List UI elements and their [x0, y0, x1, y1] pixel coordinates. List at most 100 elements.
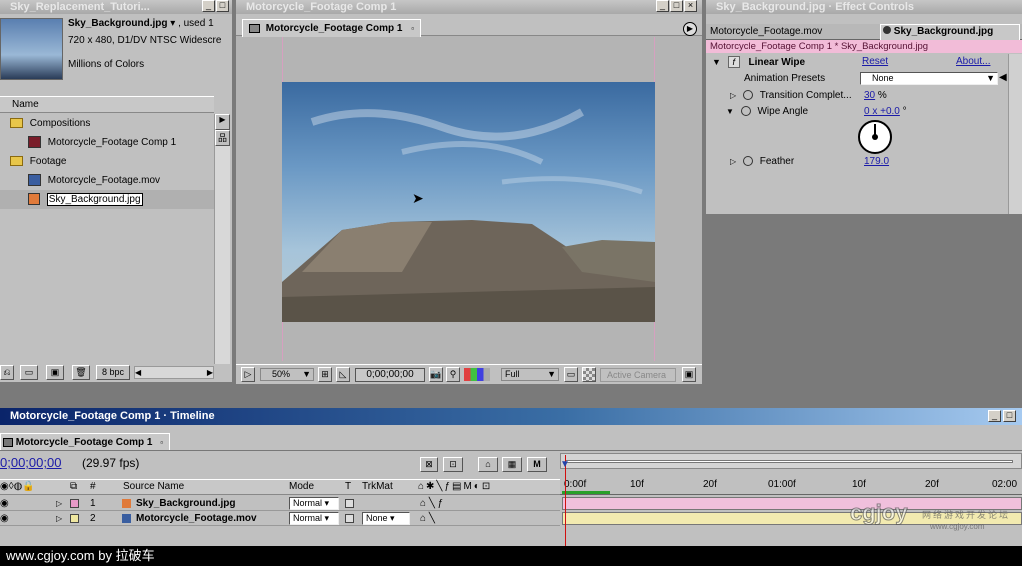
scene-image	[282, 108, 655, 322]
list-item-movie[interactable]: Motorcycle_Footage.mov	[0, 171, 214, 190]
list-item-compositions[interactable]: Compositions	[0, 114, 214, 133]
reset-link[interactable]: Reset	[862, 56, 888, 67]
close-icon[interactable]: ×	[684, 0, 697, 12]
time-ruler[interactable]: 0:00f 10f 20f 01:00f 10f 20f 02:00	[560, 477, 1022, 495]
safe-zones-button[interactable]: ⊞	[318, 367, 332, 382]
disclosure-triangle-icon[interactable]: ▷	[56, 511, 62, 526]
effects-subheader: Motorcycle_Footage Comp 1 * Sky_Backgrou…	[706, 40, 1022, 53]
maximize-button[interactable]: □	[670, 0, 683, 12]
work-area-bar[interactable]	[562, 491, 610, 494]
minimize-button[interactable]: _	[656, 0, 669, 12]
disclosure-triangle-icon[interactable]: ▷	[56, 496, 62, 511]
rgb-channel-button[interactable]	[464, 368, 490, 381]
minimize-button[interactable]: _	[988, 410, 1001, 422]
show-snapshot-button[interactable]: ▷	[241, 367, 255, 382]
eye-icon[interactable]: ◉	[0, 511, 9, 526]
angle-dial[interactable]	[858, 120, 892, 154]
folder-icon	[10, 156, 23, 167]
tab-motorcycle-footage[interactable]: Motorcycle_Footage.mov	[708, 25, 880, 39]
wipe-angle-value[interactable]: 0 x +0.0	[864, 106, 900, 117]
switches-icons[interactable]: ⌂✱╲ƒ▤M◐⊡	[418, 480, 492, 494]
asset-colors: Millions of Colors	[68, 59, 145, 70]
tab-comp[interactable]: Motorcycle_Footage Comp 1 ▫	[242, 19, 422, 37]
trkmat-dropdown[interactable]: None ▾	[362, 512, 410, 525]
preset-prev-icon[interactable]: ◀	[999, 72, 1007, 83]
effects-window-titlebar[interactable]: Sky_Background.jpg · Effect Controls	[706, 0, 1022, 14]
disclosure-triangle-icon[interactable]: ▷	[730, 157, 736, 166]
ruler-label: 10f	[630, 479, 644, 490]
tab-timeline-comp[interactable]: Motorcycle_Footage Comp 1 ▫	[0, 433, 171, 450]
av-features-icon[interactable]: ◉◊◍🔒	[0, 480, 35, 494]
snapshot-button[interactable]: 📷	[429, 367, 443, 382]
layer-row[interactable]: ◉ ▷ 2 Motorcycle_Footage.mov Normal ▾ No…	[0, 511, 560, 526]
about-link[interactable]: About...	[956, 56, 990, 67]
stopwatch-icon[interactable]	[742, 156, 753, 167]
fx-toggle-icon[interactable]: f	[727, 56, 740, 68]
view-layout-button[interactable]: ▣	[682, 367, 696, 382]
minimize-button[interactable]: _	[202, 0, 215, 12]
presets-dropdown[interactable]: None ▼	[860, 72, 998, 85]
transition-value[interactable]: 30	[864, 90, 875, 101]
zoom-dropdown[interactable]: 50% ▼	[260, 368, 314, 381]
label-color-swatch[interactable]	[70, 514, 79, 523]
timecode-display[interactable]: 0;00;00;00	[355, 368, 425, 382]
tab-close-icon[interactable]: ▫	[411, 24, 414, 33]
effects-window-title: Sky_Background.jpg · Effect Controls	[716, 1, 915, 13]
frame-blending-button[interactable]: ⌂	[478, 457, 498, 472]
label-color-swatch[interactable]	[70, 499, 79, 508]
disclosure-triangle-icon[interactable]: ▷	[730, 91, 736, 100]
graph-editor-button[interactable]: M	[527, 457, 547, 472]
list-item-comp[interactable]: Motorcycle_Footage Comp 1	[0, 133, 214, 152]
mode-dropdown[interactable]: Normal ▾	[289, 497, 339, 510]
new-folder-button[interactable]: ▭	[20, 365, 38, 380]
trash-icon[interactable]: 🗑	[72, 365, 90, 380]
motion-blur-button[interactable]: ▦	[502, 457, 522, 472]
effects-scrollbar[interactable]	[1008, 54, 1022, 214]
new-comp-button[interactable]: ▣	[46, 365, 64, 380]
comp-menu-arrow-icon[interactable]: ▶	[683, 22, 697, 36]
project-scrollbar[interactable]: ▶ 品	[214, 114, 230, 364]
list-item-image[interactable]: Sky_Background.jpg	[0, 190, 214, 209]
switches-row[interactable]: ⌂ ╲	[420, 511, 435, 526]
tab-sky-background[interactable]: Sky_Background.jpg	[880, 24, 1020, 40]
preserve-transparency-checkbox[interactable]	[345, 499, 354, 508]
interpret-footage-button[interactable]: ⎌	[0, 365, 14, 380]
maximize-button[interactable]: □	[1003, 410, 1016, 422]
time-navigator[interactable]	[560, 453, 1022, 469]
tab-close-icon[interactable]: ▫	[160, 438, 163, 447]
layer-row[interactable]: ◉ ▷ 1 Sky_Background.jpg Normal ▾ ⌂ ╲ ƒ	[0, 496, 560, 511]
timeline-titlebar[interactable]: Motorcycle_Footage Comp 1 · Timeline	[0, 408, 1022, 425]
draft-3d-button[interactable]: ⊡	[443, 457, 463, 472]
eye-icon[interactable]: ◉	[0, 496, 9, 511]
list-item-footage[interactable]: Footage	[0, 152, 214, 171]
project-window-titlebar[interactable]: Sky_Replacement_Tutori...	[0, 0, 232, 14]
preserve-transparency-checkbox[interactable]	[345, 514, 354, 523]
show-channel-icon[interactable]: ⚲	[446, 367, 460, 382]
mouse-cursor-icon: ➤	[412, 190, 424, 206]
name-column-header[interactable]: Name	[0, 96, 214, 113]
active-camera-dropdown[interactable]: Active Camera	[600, 368, 676, 382]
horizontal-scrollbar[interactable]: ◀ ▶	[134, 366, 214, 379]
maximize-button[interactable]: □	[216, 0, 229, 12]
stopwatch-icon[interactable]	[740, 106, 751, 117]
transparency-grid-button[interactable]	[582, 367, 596, 382]
stopwatch-icon[interactable]	[742, 90, 753, 101]
feather-value[interactable]: 179.0	[864, 154, 889, 170]
chevron-down-icon[interactable]: ▾	[170, 18, 175, 29]
project-window-title: Sky_Replacement_Tutori...	[10, 1, 150, 13]
resolution-dropdown[interactable]: Full ▼	[501, 368, 559, 381]
flowchart-icon[interactable]: 品	[215, 130, 230, 146]
disclosure-triangle-icon[interactable]: ▼	[726, 107, 734, 116]
bpc-button[interactable]: 8 bpc	[96, 365, 130, 380]
comp-window-titlebar[interactable]: Motorcycle_Footage Comp 1	[236, 0, 702, 14]
region-of-interest-button[interactable]: ▭	[564, 367, 578, 382]
switches-row[interactable]: ⌂ ╲ ƒ	[420, 496, 443, 511]
label-column-icon[interactable]: ⧉	[70, 480, 77, 494]
comp-marker-button[interactable]: ⊠	[420, 457, 438, 472]
mode-dropdown[interactable]: Normal ▾	[289, 512, 339, 525]
mask-toggle-button[interactable]: ◺	[336, 367, 350, 382]
disclosure-triangle-icon[interactable]: ▼	[712, 57, 721, 67]
comp-viewer-frame[interactable]: ➤	[282, 82, 655, 322]
timeline-timecode[interactable]: 0;00;00;00	[0, 455, 61, 470]
playhead-icon[interactable]: ▼	[560, 459, 570, 470]
